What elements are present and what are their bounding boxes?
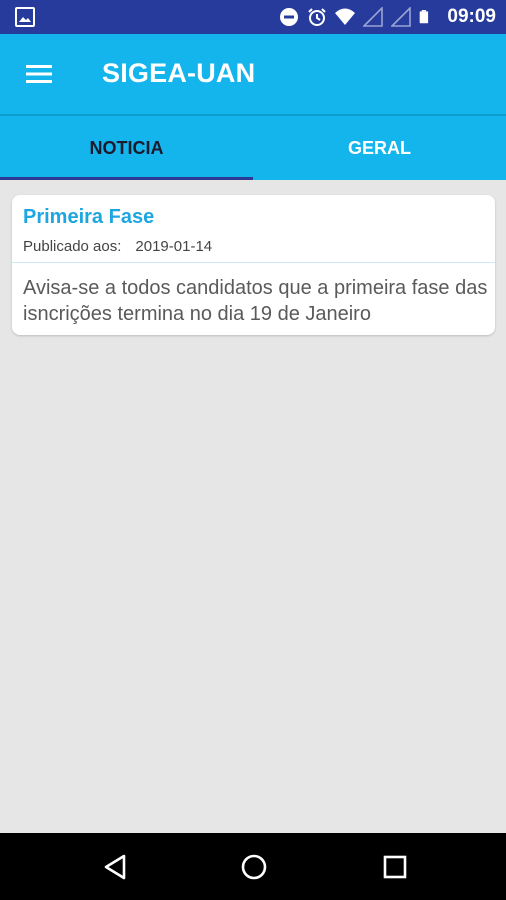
home-icon[interactable] (239, 852, 269, 882)
tab-noticia[interactable]: NOTICIA (0, 116, 253, 180)
hamburger-menu-icon[interactable] (24, 61, 54, 87)
status-icons: 09:09 (279, 0, 496, 34)
app-title: SIGEA-UAN (102, 58, 256, 88)
published-date: 2019-01-14 (135, 238, 213, 255)
app-bar: SIGEA-UAN (0, 34, 506, 114)
news-meta: Publicado aos: 2019-01-14 (23, 238, 212, 255)
tab-bar: NOTICIA GERAL (0, 114, 506, 180)
signal-icon (363, 7, 384, 27)
tab-selected-indicator (0, 177, 253, 180)
image-icon (15, 7, 35, 27)
status-time: 09:09 (447, 6, 496, 27)
alarm-icon (308, 8, 327, 26)
wifi-icon (335, 8, 356, 25)
navigation-bar (0, 833, 506, 900)
published-label: Publicado aos: (23, 238, 122, 255)
news-body: Avisa-se a todos candidatos que a primei… (23, 277, 488, 325)
battery-icon (420, 10, 429, 24)
status-bar: 09:09 (0, 0, 506, 34)
signal-icon (391, 7, 412, 27)
card-divider (12, 262, 495, 263)
do-not-disturb-icon (280, 8, 299, 26)
back-icon[interactable] (100, 852, 130, 882)
recent-apps-icon[interactable] (380, 852, 410, 882)
news-title: Primeira Fase (23, 206, 155, 228)
news-card[interactable]: Primeira Fase Publicado aos: 2019-01-14 A… (12, 195, 495, 335)
tab-geral[interactable]: GERAL (253, 116, 506, 180)
